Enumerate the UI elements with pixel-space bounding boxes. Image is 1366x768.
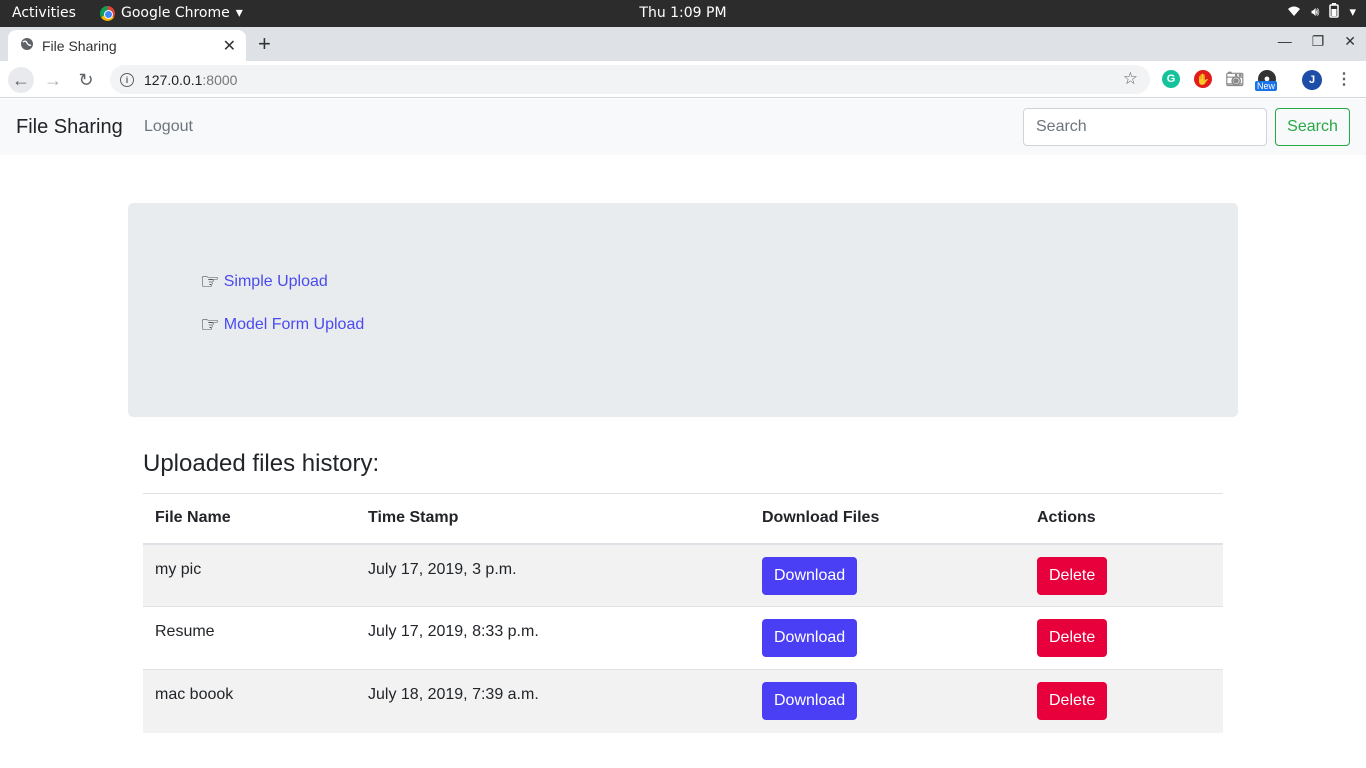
url-port: :8000 [202,71,238,88]
close-window-icon[interactable]: ✕ [1344,33,1356,50]
new-badge: New [1255,81,1278,91]
pointing-hand-icon: ☞ [200,312,220,337]
arrow-left-icon: ← [12,69,30,90]
table-row: Resume July 17, 2019, 8:33 p.m. Download… [143,606,1223,670]
column-header-time-stamp: Time Stamp [356,493,750,545]
actions-cell: Delete [1025,543,1223,607]
reload-button[interactable]: ↻ [73,67,99,93]
bookmark-star-icon[interactable]: ☆ [1123,69,1138,89]
window-controls: — ❐ ✕ [1278,33,1356,50]
timestamp-cell: July 18, 2019, 7:39 a.m. [356,669,750,733]
back-button[interactable]: ← [8,67,34,93]
file-name-cell: my pic [143,543,356,607]
actions-cell: Delete [1025,606,1223,670]
download-button[interactable]: Download [762,682,858,720]
table-row: my pic July 17, 2019, 3 p.m. Download De… [143,543,1223,607]
timestamp-cell: July 17, 2019, 3 p.m. [356,543,750,607]
download-cell: Download [750,669,1025,733]
forward-button[interactable]: → [40,67,66,93]
chrome-menu-icon[interactable]: ⋮ [1335,70,1353,88]
adblock-extension-icon[interactable]: ✋ [1194,70,1212,88]
download-button[interactable]: Download [762,556,858,595]
globe-icon [20,37,34,55]
chrome-logo-icon [100,5,115,21]
history-title: Uploaded files history: [143,450,380,477]
model-form-upload-link[interactable]: ☞ Model Form Upload [200,312,364,338]
model-form-upload-label: Model Form Upload [223,316,365,333]
simple-upload-label: Simple Upload [223,273,328,290]
browser-toolbar: ← → ↻ i 127.0.0.1 :8000 ☆ G ✋ 📷︎ ● J ⋮ [0,61,1366,98]
profile-avatar[interactable]: J [1302,70,1322,90]
arrow-right-icon: → [44,69,62,90]
files-history-table: File Name Time Stamp Download Files Acti… [143,493,1223,733]
column-header-actions: Actions [1025,493,1223,545]
tab-file-sharing[interactable]: File Sharing ✕ [8,30,246,61]
download-cell: Download [750,606,1025,670]
delete-button[interactable]: Delete [1037,619,1108,657]
actions-cell: Delete [1025,669,1223,733]
column-header-download-files: Download Files [750,493,1025,545]
site-navbar: File Sharing Logout Search [0,99,1366,155]
column-header-file-name: File Name [143,493,356,545]
system-tray[interactable]: 🔊︎ ▾ [1287,3,1356,22]
wifi-icon [1287,5,1301,21]
url-host: 127.0.0.1 [144,71,203,88]
table-header-row: File Name Time Stamp Download Files Acti… [143,493,1223,545]
navbar-brand[interactable]: File Sharing [16,116,123,139]
delete-button[interactable]: Delete [1037,556,1108,595]
delete-button[interactable]: Delete [1037,682,1108,720]
tab-strip: File Sharing ✕ + — ❐ ✕ [0,27,1366,61]
table-row: mac boook July 18, 2019, 7:39 a.m. Downl… [143,669,1223,733]
file-name-cell: mac boook [143,669,356,733]
tab-title: File Sharing [42,37,117,54]
address-bar[interactable]: i 127.0.0.1 :8000 ☆ [110,65,1150,94]
grammarly-extension-icon[interactable]: G [1162,70,1180,88]
logout-link[interactable]: Logout [144,118,193,136]
pointing-hand-icon: ☞ [200,269,220,294]
minimize-icon[interactable]: — [1278,33,1292,50]
os-top-bar: Activities Google Chrome ▾ Thu 1:09 PM 🔊… [0,0,1366,27]
search-input[interactable] [1023,108,1267,146]
reload-icon: ↻ [78,69,94,90]
info-icon[interactable]: i [120,72,134,87]
app-menu-label: Google Chrome [121,5,230,21]
battery-icon [1329,3,1340,22]
close-tab-icon[interactable]: ✕ [223,36,236,56]
search-button[interactable]: Search [1275,108,1350,146]
volume-icon: 🔊︎ [1311,5,1320,20]
timestamp-cell: July 17, 2019, 8:33 p.m. [356,606,750,670]
app-menu[interactable]: Google Chrome ▾ [100,5,243,21]
download-cell: Download [750,543,1025,607]
file-name-cell: Resume [143,606,356,670]
upload-options-panel: ☞ Simple Upload ☞ Model Form Upload [128,203,1238,417]
activities-button[interactable]: Activities [12,5,76,21]
restore-icon[interactable]: ❐ [1312,33,1325,50]
new-tab-button[interactable]: + [258,30,271,58]
caret-down-icon: ▾ [235,5,243,21]
camera-extension-icon[interactable]: 📷︎ [1225,70,1244,88]
system-menu-caret-icon: ▾ [1349,5,1356,20]
download-button[interactable]: Download [762,619,858,657]
simple-upload-link[interactable]: ☞ Simple Upload [200,269,328,295]
